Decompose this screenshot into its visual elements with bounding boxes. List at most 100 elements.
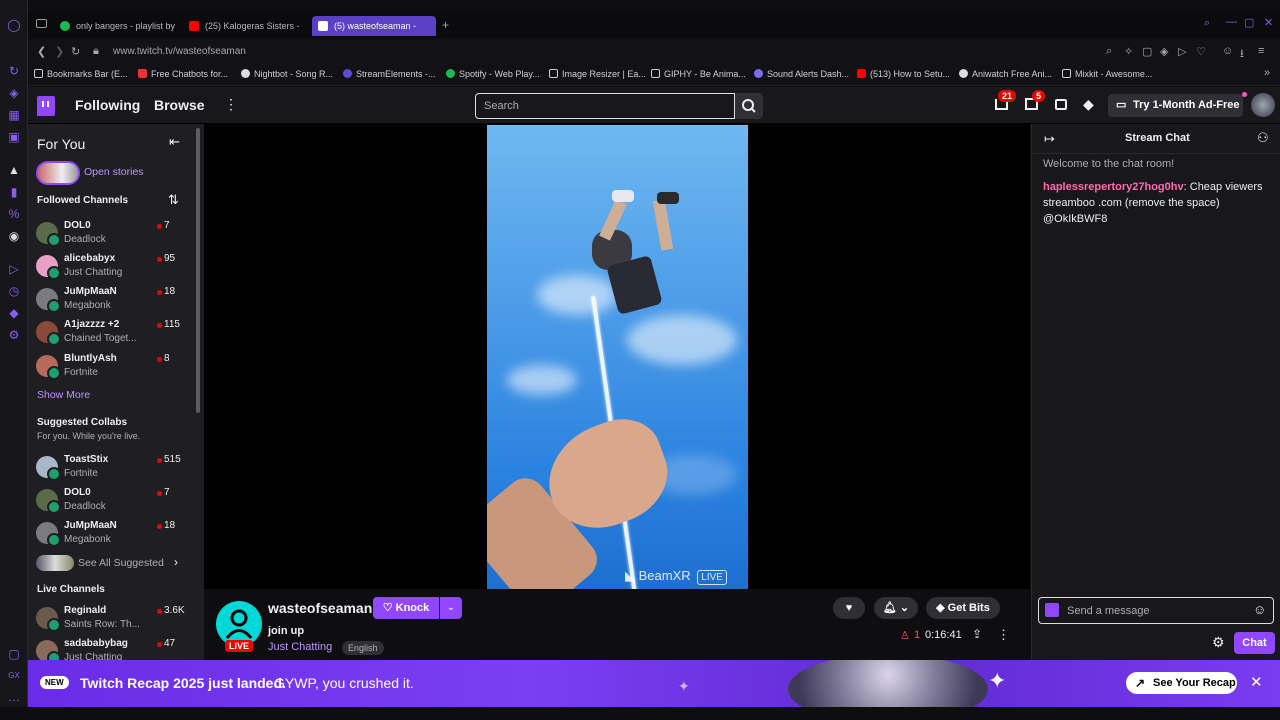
tab-youtube[interactable]: (25) Kalogeras Sisters -: [183, 16, 308, 36]
bookmark-item[interactable]: Image Resizer | Ea...: [549, 69, 646, 79]
bookmark-item[interactable]: StreamElements -...: [343, 69, 436, 79]
close-window-icon[interactable]: ✕: [1264, 16, 1273, 29]
download-icon[interactable]: ⭳: [1240, 45, 1244, 64]
bookmark-item[interactable]: Mixkit - Awesome...: [1062, 69, 1152, 79]
bookmark-item[interactable]: (513) How to Setu...: [857, 69, 950, 79]
more-options-icon[interactable]: ⋮: [224, 96, 238, 113]
knock-dropdown-button[interactable]: ⌄: [440, 597, 462, 619]
reload-icon[interactable]: ↻: [71, 45, 80, 58]
nav-following[interactable]: Following: [75, 97, 140, 113]
maximize-icon[interactable]: ▢: [1244, 16, 1254, 29]
forward-icon[interactable]: ❯: [55, 45, 64, 58]
chat-settings-icon[interactable]: ⚙: [1212, 634, 1225, 651]
suggested-channel[interactable]: DOL0 Deadlock 7: [36, 487, 196, 517]
bookmark-item[interactable]: Nightbot - Song R...: [241, 69, 333, 79]
sort-icon[interactable]: ⇅: [168, 192, 179, 208]
collapse-chat-icon[interactable]: ↦: [1044, 131, 1055, 147]
show-more-link[interactable]: Show More: [37, 389, 90, 401]
bookmark-item[interactable]: Free Chatbots for...: [138, 69, 228, 79]
stories-avatars[interactable]: [36, 161, 80, 185]
twitch-logo-icon[interactable]: [37, 96, 55, 116]
bookmark-item[interactable]: Spotify - Web Play...: [446, 69, 540, 79]
new-tab-icon[interactable]: +: [442, 18, 449, 32]
more-actions-icon[interactable]: ⋮: [997, 627, 1010, 643]
chat-send-button[interactable]: Chat: [1234, 632, 1275, 654]
search-input[interactable]: Search: [475, 93, 735, 119]
url-field[interactable]: www.twitch.tv/wasteofseaman: [113, 46, 246, 57]
snapshot-addr-icon[interactable]: ▢: [1142, 45, 1152, 58]
follow-button[interactable]: ♥: [833, 597, 865, 619]
get-bits-button[interactable]: ◆ Get Bits: [926, 597, 1000, 619]
browser-nav-icon-2[interactable]: ◈: [7, 86, 21, 100]
play-icon[interactable]: ▷: [1178, 45, 1186, 58]
bookmark-item[interactable]: Aniwatch Free Ani...: [959, 69, 1052, 79]
more-icon[interactable]: …: [7, 690, 21, 704]
bookmarks-bar: Bookmarks Bar (E... Free Chatbots for...…: [28, 64, 1280, 86]
see-your-recap-button[interactable]: ↗ See Your Recap: [1126, 672, 1237, 694]
menu-icon[interactable]: ≡: [1258, 45, 1264, 57]
live-channel[interactable]: sadababybag Just Chatting 47: [36, 638, 196, 660]
live-channel[interactable]: Reginald Saints Row: Th... 3.6K: [36, 605, 196, 635]
minimize-icon[interactable]: —: [1226, 16, 1237, 28]
browser-nav-icon-1[interactable]: ↻: [7, 64, 21, 78]
zoom-icon[interactable]: ⌕: [1106, 45, 1112, 58]
tab-search-icon[interactable]: ⌕: [1204, 17, 1210, 30]
emote-icon[interactable]: ☺: [1253, 602, 1266, 617]
open-stories-link[interactable]: Open stories: [84, 166, 144, 178]
suggested-channel[interactable]: JuMpMaaN Megabonk 18: [36, 520, 196, 550]
tab-spotify[interactable]: only bangers - playlist by: [54, 16, 179, 36]
account-icon[interactable]: ☺: [1222, 45, 1233, 57]
gx-icon[interactable]: GX: [7, 669, 21, 683]
notification-settings-button[interactable]: 🔔︎ ⌄: [874, 597, 918, 619]
community-icon[interactable]: ⚇: [1257, 130, 1269, 146]
aria-icon[interactable]: ▲: [7, 163, 21, 177]
browser-nav-icon-3[interactable]: ▦: [7, 108, 21, 122]
share-icon[interactable]: ⇪: [972, 627, 982, 641]
extensions-icon[interactable]: ◆: [7, 306, 21, 320]
pin-icon[interactable]: ✧: [1124, 45, 1133, 58]
chat-identity-icon[interactable]: [1045, 603, 1059, 617]
settings-icon[interactable]: ⚙: [7, 328, 21, 342]
chat-input[interactable]: Send a message: [1038, 597, 1274, 624]
search-button[interactable]: [735, 93, 763, 119]
snapshot-icon[interactable]: ▢: [7, 647, 21, 661]
knock-button[interactable]: ♡ Knock: [373, 597, 439, 619]
try-ad-free-button[interactable]: ▭ Try 1-Month Ad-Free: [1108, 94, 1243, 117]
chat-username[interactable]: haplessrepertory27hog0hv: [1043, 181, 1184, 193]
shield-icon[interactable]: ◈: [1160, 45, 1168, 58]
opera-logo-icon[interactable]: ◯: [7, 18, 21, 32]
tab-menu-icon[interactable]: [36, 19, 47, 28]
category-link[interactable]: Just Chatting: [268, 641, 332, 653]
messenger-icon[interactable]: ▣: [7, 130, 21, 144]
back-icon[interactable]: ❮: [37, 45, 46, 58]
discord-icon[interactable]: ◉: [7, 229, 21, 243]
see-all-suggested-link[interactable]: See All Suggested: [78, 557, 164, 569]
collapse-sidebar-icon[interactable]: ⇤: [169, 134, 180, 150]
followed-channel[interactable]: A1jazzzz +2 Chained Toget... 115: [36, 319, 196, 349]
chevron-right-icon[interactable]: ›: [174, 555, 178, 569]
language-tag[interactable]: English: [342, 641, 384, 655]
bookmark-item[interactable]: GIPHY - Be Anima...: [651, 69, 746, 79]
whispers-icon[interactable]: [1055, 99, 1067, 110]
followed-channel[interactable]: DOL0 Deadlock 7: [36, 220, 196, 250]
streamer-name[interactable]: wasteofseaman: [268, 600, 372, 616]
followed-channel[interactable]: alicebabyx Just Chatting 95: [36, 253, 196, 283]
twitch-sidebar-icon[interactable]: ▮: [7, 185, 21, 199]
bookmark-item[interactable]: Bookmarks Bar (E...: [34, 69, 128, 79]
video-player[interactable]: ◣ BeamXR LIVE: [204, 124, 1030, 589]
nav-browse[interactable]: Browse: [154, 97, 205, 113]
bookmark-item[interactable]: Sound Alerts Dash...: [754, 69, 849, 79]
sidebar-scrollbar[interactable]: [196, 128, 200, 413]
bookmarks-overflow-icon[interactable]: »: [1264, 67, 1270, 79]
followed-channel[interactable]: JuMpMaaN Megabonk 18: [36, 286, 196, 316]
bits-icon[interactable]: ◆: [1083, 96, 1094, 113]
heart-icon[interactable]: ♡: [1196, 45, 1206, 58]
close-banner-icon[interactable]: ✕: [1250, 673, 1263, 691]
percent-icon[interactable]: %: [7, 207, 21, 221]
user-avatar[interactable]: [1251, 93, 1275, 117]
followed-channel[interactable]: BluntlyAsh Fortnite 8: [36, 353, 196, 383]
suggested-channel[interactable]: ToastStix Fortnite 515: [36, 454, 196, 484]
tab-twitch[interactable]: (5) wasteofseaman -: [312, 16, 436, 36]
history-icon[interactable]: ◷: [7, 284, 21, 298]
player-icon[interactable]: ▷: [7, 262, 21, 276]
